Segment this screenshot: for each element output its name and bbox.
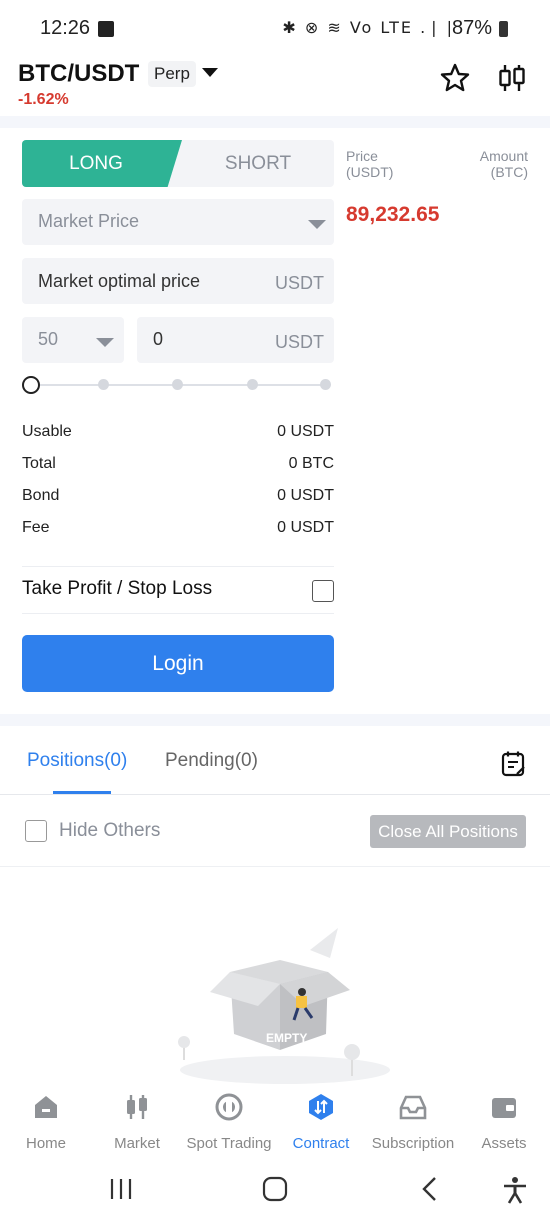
spot-icon: [215, 1093, 243, 1121]
wallet-icon: [492, 1098, 516, 1118]
side-toggle: LONG SHORT: [22, 140, 334, 187]
info-total: Total 0 BTC: [22, 455, 334, 479]
nav-assets[interactable]: Assets: [476, 1092, 532, 1152]
price-input[interactable]: Market optimal price USDT: [22, 258, 334, 304]
price-unit: USDT: [275, 273, 324, 293]
chevron-down-icon: [308, 220, 326, 229]
nav-label: Contract: [292, 1135, 350, 1152]
info-usable: Usable 0 USDT: [22, 423, 334, 447]
info-key: Bond: [22, 487, 60, 504]
tpsl-row: Take Profit / Stop Loss: [22, 566, 334, 614]
tpsl-label: Take Profit / Stop Loss: [22, 578, 213, 599]
amount-input-value: 0: [153, 329, 164, 349]
amount-input[interactable]: 0 USDT: [137, 317, 334, 363]
star-icon[interactable]: [439, 62, 471, 94]
leverage-select[interactable]: 50: [22, 317, 124, 363]
nav-label: Market: [114, 1135, 160, 1152]
hide-others-checkbox[interactable]: [25, 820, 47, 842]
empty-state-illustration: EMPTY: [178, 928, 390, 1084]
subscription-icon: [399, 1095, 427, 1120]
back-icon[interactable]: [420, 1176, 440, 1202]
slider-step-25[interactable]: [98, 379, 109, 390]
system-navigation-bar: [0, 1156, 550, 1222]
order-history-icon[interactable]: [501, 750, 527, 778]
battery-percent: 87%: [451, 17, 492, 39]
slider-handle[interactable]: [22, 376, 40, 394]
info-key: Usable: [22, 423, 72, 440]
short-tab[interactable]: SHORT: [182, 140, 334, 187]
contract-type-badge[interactable]: Perp: [148, 61, 196, 87]
positions-toolbar: Hide Others Close All Positions: [0, 810, 550, 854]
info-value: 0 USDT: [277, 519, 334, 536]
amount-slider[interactable]: [22, 376, 334, 396]
contract-icon: [309, 1094, 333, 1120]
nav-subscription[interactable]: Subscription: [366, 1092, 460, 1152]
price-column-label: Price (USDT): [346, 148, 394, 180]
bottom-nav: Home Market Spot Trading Contract Subscr…: [0, 1086, 550, 1156]
slider-step-50[interactable]: [172, 379, 183, 390]
info-value: 0 BTC: [288, 455, 334, 472]
nav-label: Assets: [481, 1135, 527, 1152]
status-time: 12:26: [40, 17, 91, 39]
long-tab[interactable]: LONG: [22, 140, 182, 187]
info-bond: Bond 0 USDT: [22, 487, 334, 511]
hide-others-label[interactable]: Hide Others: [59, 820, 160, 842]
chevron-down-icon: [96, 338, 114, 347]
contract-header: BTC/USDT Perp -1.62%: [0, 56, 550, 114]
pair-title[interactable]: BTC/USDT: [18, 60, 139, 88]
home-icon: [35, 1096, 57, 1118]
nav-market[interactable]: Market: [106, 1092, 168, 1152]
nav-label: Subscription: [371, 1135, 455, 1152]
nav-contract[interactable]: Contract: [288, 1092, 354, 1152]
tpsl-checkbox[interactable]: [312, 580, 334, 602]
amount-unit: USDT: [275, 332, 324, 352]
tab-positions[interactable]: Positions(0): [27, 750, 127, 772]
section-divider: [0, 714, 550, 726]
section-divider: [0, 116, 550, 128]
slider-step-100[interactable]: [320, 379, 331, 390]
order-type-value: Market Price: [38, 211, 140, 231]
chevron-down-icon[interactable]: [202, 68, 218, 77]
gallery-notification-icon: [98, 21, 114, 37]
info-fee: Fee 0 USDT: [22, 519, 334, 543]
tab-pending[interactable]: Pending(0): [165, 750, 258, 772]
amount-column-label: Amount (BTC): [479, 148, 528, 180]
info-key: Total: [22, 455, 56, 472]
toolbar-divider: [0, 866, 550, 867]
empty-label: EMPTY: [266, 1031, 307, 1045]
info-value: 0 USDT: [277, 487, 334, 504]
battery-icon: [499, 21, 508, 37]
leverage-value: 50: [38, 329, 59, 349]
market-icon: [127, 1095, 147, 1119]
info-value: 0 USDT: [277, 423, 334, 440]
info-key: Fee: [22, 519, 50, 536]
home-button-icon[interactable]: [262, 1176, 288, 1202]
order-type-select[interactable]: Market Price: [22, 199, 334, 245]
login-button[interactable]: Login: [22, 635, 334, 692]
candlestick-icon[interactable]: [496, 62, 528, 94]
tabs-divider: [0, 794, 550, 795]
close-all-positions-button[interactable]: Close All Positions: [370, 815, 526, 848]
status-bar: 12:26 ✱ ⊗ ≋ Vo LTE .❘❘ 87%: [0, 0, 550, 56]
accessibility-icon[interactable]: [502, 1176, 528, 1204]
nav-home[interactable]: Home: [16, 1092, 76, 1152]
last-price[interactable]: 89,232.65: [346, 203, 439, 227]
nav-spot-trading[interactable]: Spot Trading: [182, 1092, 276, 1152]
price-input-value: Market optimal price: [38, 271, 201, 291]
status-icons: ✱ ⊗ ≋ Vo LTE .❘❘: [282, 18, 458, 37]
positions-tabs: Positions(0) Pending(0): [0, 748, 550, 796]
nav-label: Home: [25, 1135, 66, 1152]
recent-apps-icon[interactable]: [108, 1177, 134, 1201]
price-change: -1.62%: [18, 91, 69, 108]
slider-step-75[interactable]: [247, 379, 258, 390]
nav-label: Spot Trading: [186, 1135, 272, 1152]
